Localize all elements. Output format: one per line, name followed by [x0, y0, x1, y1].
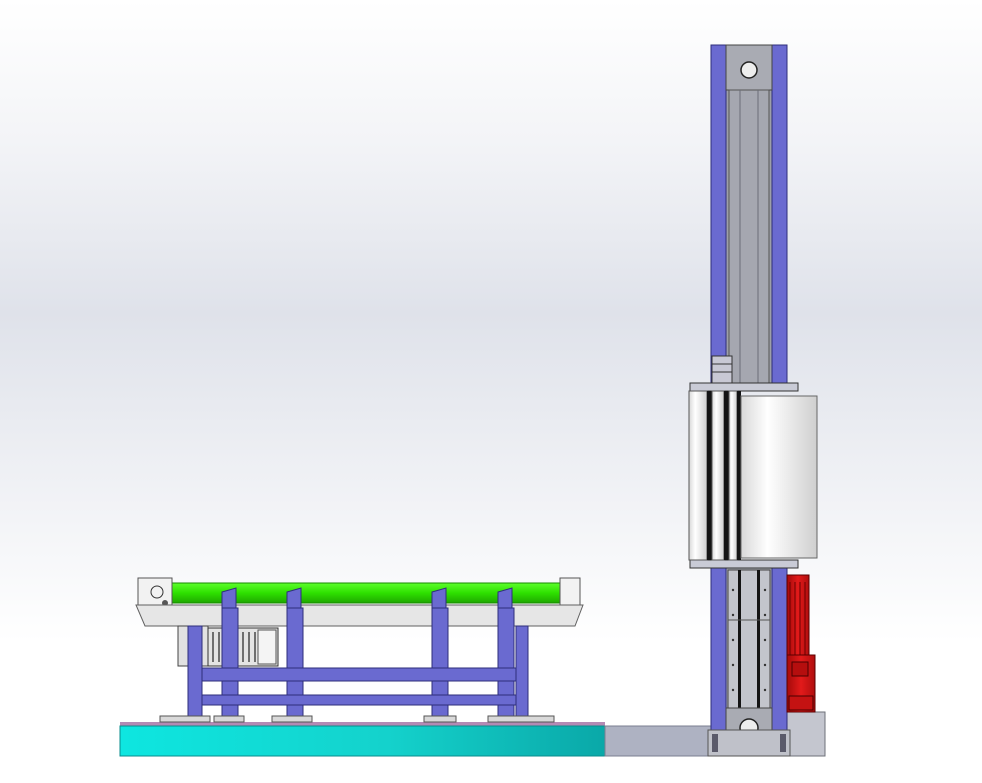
conveyor-end-bracket-right [559, 577, 581, 609]
carriage-bottom-plate [689, 559, 799, 569]
film-roll-left [688, 390, 708, 561]
film-roll-main [740, 395, 818, 559]
conveyor-side-frame [135, 604, 584, 627]
film-carriage [688, 382, 818, 569]
machine-drawing [119, 44, 826, 757]
top-pulley [740, 61, 758, 79]
lift-motor [786, 574, 816, 713]
carriage-top-plate [689, 382, 799, 392]
roller-conveyor [135, 577, 584, 723]
